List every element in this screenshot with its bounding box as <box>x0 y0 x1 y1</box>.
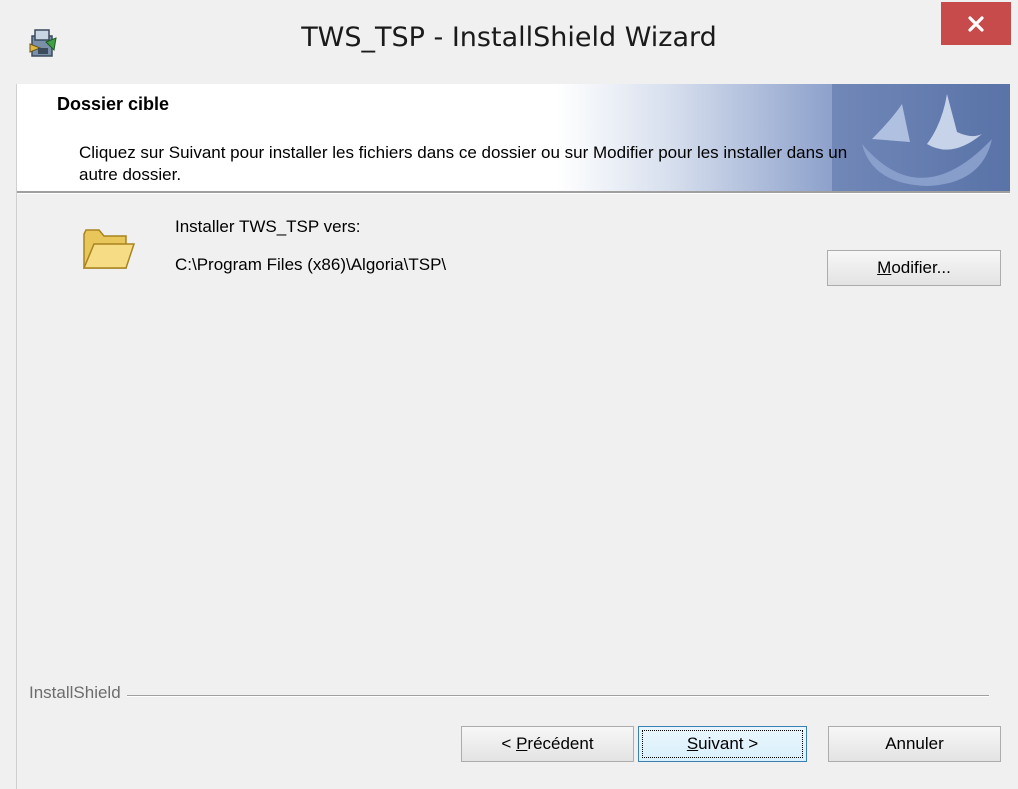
installshield-wizard-window: TWS_TSP - InstallShield Wizard Dossier c… <box>0 0 1018 789</box>
cancel-button[interactable]: Annuler <box>828 726 1001 762</box>
accelerator-key: P <box>516 734 528 753</box>
back-button[interactable]: < Précédent <box>461 726 634 762</box>
window-title: TWS_TSP - InstallShield Wizard <box>301 22 717 53</box>
accelerator-key: M <box>877 258 892 277</box>
page-description: Cliquez sur Suivant pour installer les f… <box>79 143 848 184</box>
button-label: odifier... <box>891 258 951 277</box>
modify-button[interactable]: Modifier... <box>827 250 1001 286</box>
button-label: récédent <box>527 734 594 753</box>
close-button[interactable] <box>941 2 1011 45</box>
folder-icon <box>82 229 136 269</box>
page-title: Dossier cible <box>57 94 170 114</box>
install-path: C:\Program Files (x86)\Algoria\TSP\ <box>175 255 447 274</box>
dialog-client-area: Dossier cible Cliquez sur Suivant pour i… <box>17 84 1010 789</box>
button-label-prefix: < <box>501 734 517 753</box>
install-to-label: Installer TWS_TSP vers: <box>175 217 361 236</box>
header-banner: Dossier cible Cliquez sur Suivant pour i… <box>17 84 1010 191</box>
footer-divider <box>29 695 989 697</box>
installshield-brand-label: InstallShield <box>29 683 127 703</box>
close-icon <box>968 15 984 32</box>
banner-divider <box>17 191 1010 194</box>
title-bar[interactable]: TWS_TSP - InstallShield Wizard <box>0 0 1018 84</box>
focus-rectangle <box>642 730 803 758</box>
next-button[interactable]: Suivant > <box>638 726 807 762</box>
